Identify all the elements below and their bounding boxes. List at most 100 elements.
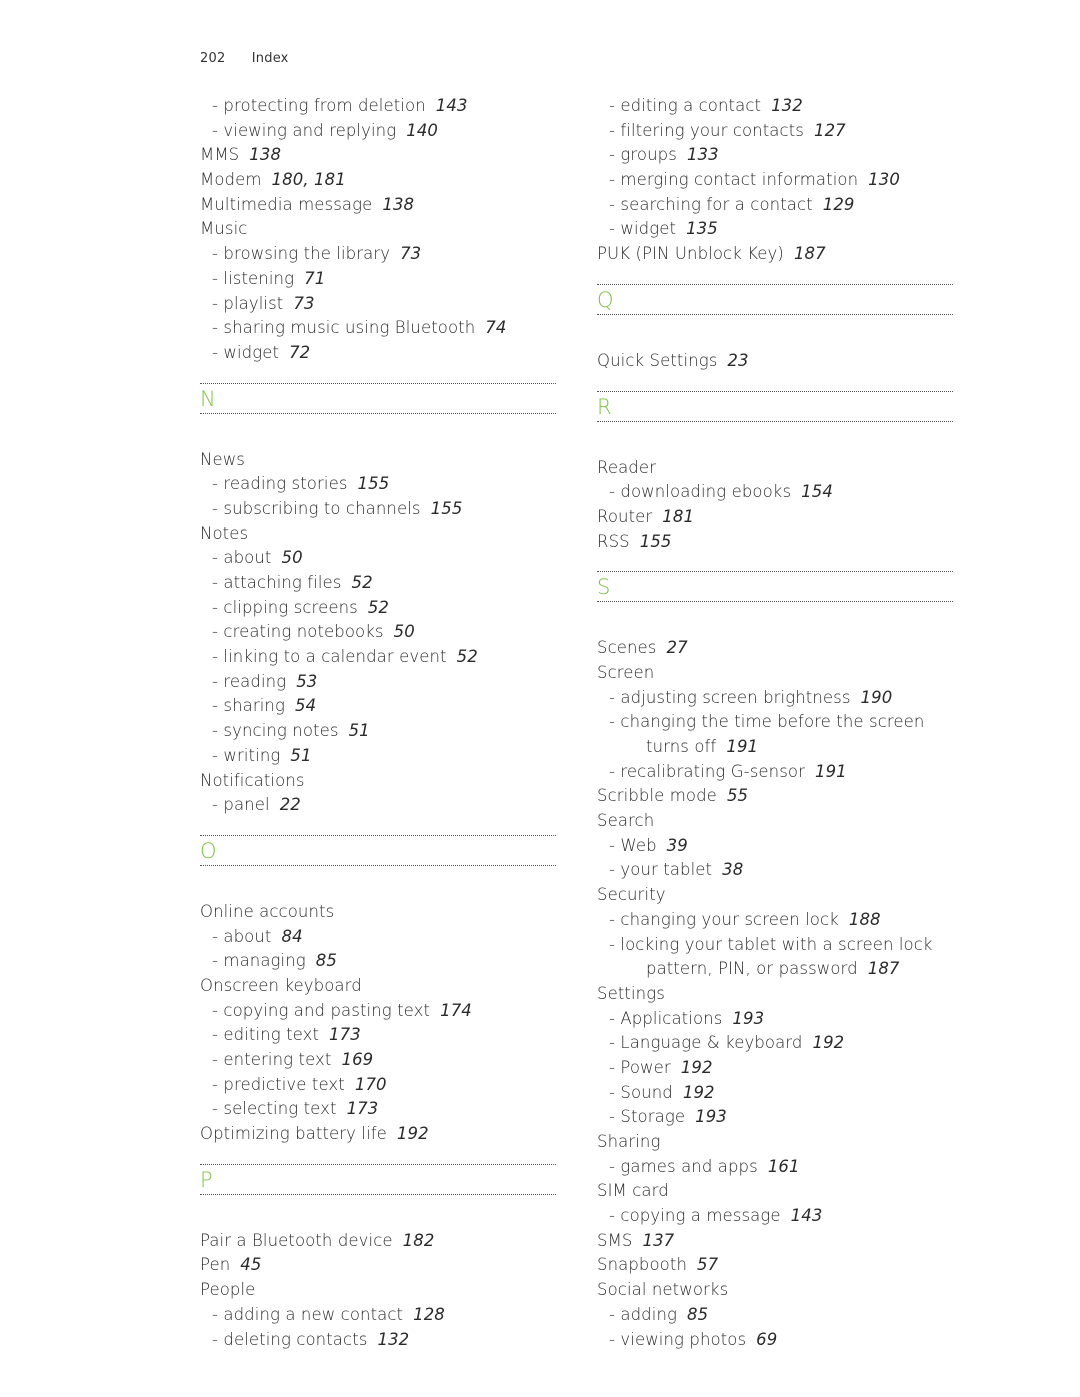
page-reference-link[interactable]: 190 [861,688,893,707]
page-reference-link[interactable]: 38 [722,860,743,879]
page-reference-link[interactable]: 192 [812,1033,844,1052]
entry-term: - predictive text [212,1074,345,1094]
index-entry: PUK (PIN Unblock Key) 187 [597,242,953,267]
page-reference-link[interactable]: 138 [382,195,414,214]
page-reference-link[interactable]: 193 [695,1107,727,1126]
page-reference-link[interactable]: 45 [240,1255,261,1274]
page-reference-link[interactable]: 154 [801,482,833,501]
page-reference-link[interactable]: 138 [249,145,281,164]
page-reference-link[interactable]: 73 [400,244,421,263]
index-entry: Pair a Bluetooth device 182 [200,1229,556,1254]
page-reference-link[interactable]: 54 [295,696,316,715]
page-reference-link[interactable]: 39 [667,836,688,855]
page-reference-link[interactable]: 135 [686,219,718,238]
page-reference-link[interactable]: 170 [355,1075,387,1094]
page-reference-link[interactable]: 52 [368,598,389,617]
page-reference-link[interactable]: 182 [403,1231,435,1250]
entry-term: - reading [212,671,287,691]
page-reference-link[interactable]: 173 [347,1099,379,1118]
page-reference-link[interactable]: 192 [683,1083,715,1102]
entry-term: - about [212,926,272,946]
page-reference-link[interactable]: 155 [431,499,463,518]
entry-term: PUK (PIN Unblock Key) [597,244,784,264]
page-reference-link[interactable]: 52 [457,647,478,666]
page-reference-link[interactable]: 71 [304,269,325,288]
page-reference-link[interactable]: 129 [823,195,855,214]
page-reference-link[interactable]: 193 [732,1009,764,1028]
index-entry: Sharing [597,1130,953,1155]
index-subentry: - Web 39 [597,834,953,859]
index-entry: Router 181 [597,505,953,530]
page-reference-link[interactable]: 55 [727,786,748,805]
page-reference-link[interactable]: 161 [768,1157,800,1176]
page-reference-link[interactable]: 169 [341,1050,373,1069]
entry-term: Pen [200,1255,231,1275]
entry-term: - changing your screen lock [609,909,839,929]
index-subentry: - editing text 173 [200,1023,556,1048]
page-reference-link[interactable]: 181 [662,507,694,526]
page-reference-link[interactable]: 180, 181 [272,170,346,189]
entry-term: - syncing notes [212,721,339,741]
page-reference-link[interactable]: 50 [394,622,415,641]
index-subentry: - browsing the library 73 [200,242,556,267]
index-subentry: - searching for a contact 129 [597,193,953,218]
page-reference-link[interactable]: 74 [485,318,506,337]
page-reference-link[interactable]: 84 [282,927,303,946]
index-subentry: - selecting text 173 [200,1097,556,1122]
page-reference-link[interactable]: 53 [296,672,317,691]
dotted-divider [200,834,556,836]
page-reference-link[interactable]: 187 [868,959,900,978]
page-reference-link[interactable]: 132 [771,96,803,115]
index-column-right: - editing a contact 132 - filtering your c… [597,94,953,1352]
page-reference-link[interactable]: 52 [352,573,373,592]
page-reference-link[interactable]: 174 [440,1001,472,1020]
page-reference-link[interactable]: 23 [727,351,748,370]
page-reference-link[interactable]: 73 [293,294,314,313]
page-reference-link[interactable]: 128 [413,1305,445,1324]
entry-term: - playlist [212,293,284,313]
page-reference-link[interactable]: 27 [667,638,688,657]
index-entry: People [200,1278,556,1303]
page-reference-link[interactable]: 69 [756,1330,777,1349]
page-reference-link[interactable]: 191 [726,737,758,756]
page-reference-link[interactable]: 132 [377,1330,409,1349]
index-entry: Music [200,217,556,242]
page-reference-link[interactable]: 192 [681,1058,713,1077]
page-reference-link[interactable]: 22 [280,795,301,814]
page-reference-link[interactable]: 187 [794,244,826,263]
page-reference-link[interactable]: 155 [358,474,390,493]
index-subentry: - predictive text 170 [200,1073,556,1098]
entry-term: - editing text [212,1025,320,1045]
page-reference-link[interactable]: 192 [397,1124,429,1143]
page-reference-link[interactable]: 51 [349,721,370,740]
index-subentry: - reading stories 155 [200,472,556,497]
page-reference-link[interactable]: 133 [687,145,719,164]
index-entry: Online accounts [200,900,556,925]
page-reference-link[interactable]: 51 [290,746,311,765]
entry-term: - groups [609,145,677,165]
page-reference-link[interactable]: 188 [849,910,881,929]
page-reference-link[interactable]: 85 [316,951,337,970]
page-reference-link[interactable]: 127 [814,121,846,140]
page-reference-link[interactable]: 57 [697,1255,718,1274]
page-reference-link[interactable]: 72 [289,343,310,362]
index-entry: MMS 138 [200,143,556,168]
page-reference-link[interactable]: 85 [687,1305,708,1324]
entry-term: Sharing [597,1132,661,1151]
dotted-divider [200,382,556,384]
page-reference-link[interactable]: 191 [815,762,847,781]
index-entry: Multimedia message 138 [200,193,556,218]
page-reference-link[interactable]: 50 [282,548,303,567]
page-reference-link[interactable]: 155 [640,532,672,551]
entry-term: Multimedia message [200,194,373,214]
page-reference-link[interactable]: 173 [329,1025,361,1044]
page-reference-link[interactable]: 140 [406,121,438,140]
dotted-divider [597,571,953,573]
page-reference-link[interactable]: 143 [436,96,468,115]
page-reference-link[interactable]: 137 [642,1231,674,1250]
index-entry: Reader [597,456,953,481]
index-entry: Notifications [200,769,556,794]
index-entry: Social networks [597,1278,953,1303]
page-reference-link[interactable]: 130 [868,170,900,189]
page-reference-link[interactable]: 143 [791,1206,823,1225]
